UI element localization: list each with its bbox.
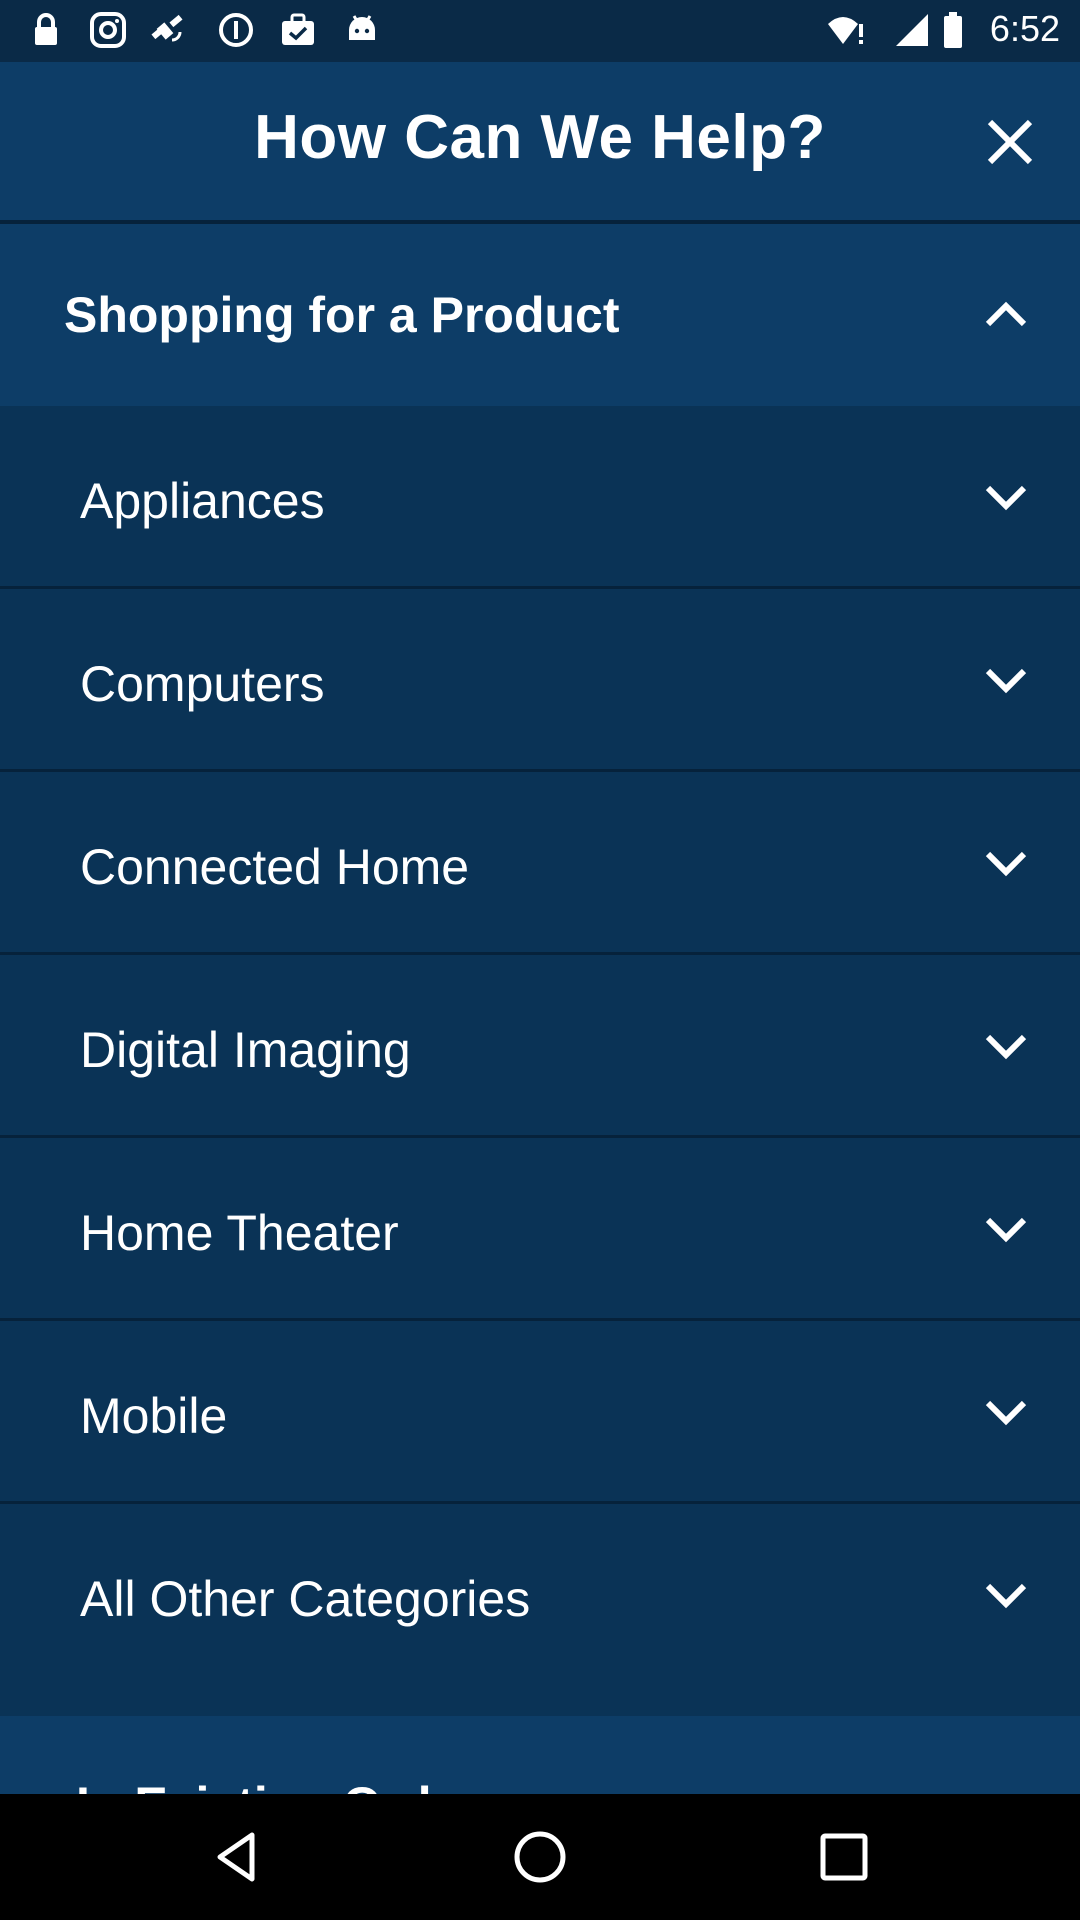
navigation-bar bbox=[0, 1794, 1080, 1920]
fake-gps-icon bbox=[151, 14, 183, 42]
list-item-label: Appliances bbox=[80, 473, 325, 529]
list-item-label: Computers bbox=[80, 656, 325, 712]
signal-icon bbox=[896, 14, 928, 46]
list-item-digital-imaging[interactable]: Digital Imaging bbox=[0, 955, 1080, 1138]
list-item-label: Connected Home bbox=[80, 839, 470, 895]
list-item-label: Digital Imaging bbox=[80, 1022, 411, 1078]
list-item-home-theater[interactable]: Home Theater bbox=[0, 1138, 1080, 1321]
chevron-down-icon bbox=[985, 1400, 1027, 1426]
chevron-down-icon bbox=[985, 668, 1027, 694]
close-icon[interactable] bbox=[980, 112, 1040, 172]
chevron-down-icon bbox=[985, 1583, 1027, 1609]
list-item-all-other-categories[interactable]: All Other Categories bbox=[0, 1504, 1080, 1687]
list-item-computers[interactable]: Computers bbox=[0, 589, 1080, 772]
list-item-label: Home Theater bbox=[80, 1205, 399, 1261]
instagram-icon bbox=[90, 12, 126, 48]
briefcase-check-icon bbox=[282, 13, 314, 45]
battery-icon bbox=[944, 12, 962, 48]
chevron-down-icon bbox=[985, 485, 1027, 511]
section-title: Shopping for a Product bbox=[64, 287, 620, 343]
header: How Can We Help? bbox=[0, 62, 1080, 220]
page-title: How Can We Help? bbox=[254, 103, 826, 172]
info-icon bbox=[219, 13, 253, 47]
section-shopping-for-a-product[interactable]: Shopping for a Product bbox=[0, 224, 1080, 406]
chevron-down-icon bbox=[985, 1034, 1027, 1060]
section-in-existing-order[interactable]: In Existing Order bbox=[0, 1716, 1080, 1794]
chevron-up-icon bbox=[985, 301, 1027, 327]
list-item-appliances[interactable]: Appliances bbox=[0, 406, 1080, 589]
section-title: In Existing Order bbox=[76, 1776, 479, 1794]
recents-icon[interactable] bbox=[814, 1827, 874, 1887]
chevron-down-icon bbox=[985, 1217, 1027, 1243]
chevron-down-icon bbox=[985, 851, 1027, 877]
android-icon bbox=[349, 15, 375, 40]
wifi-alert-icon bbox=[828, 17, 863, 44]
list-item-label: Mobile bbox=[80, 1388, 228, 1444]
status-bar: 6:52 bbox=[0, 0, 1080, 62]
status-time: 6:52 bbox=[989, 8, 1060, 49]
list-item-connected-home[interactable]: Connected Home bbox=[0, 772, 1080, 955]
lock-icon bbox=[35, 13, 57, 45]
list-item-label: All Other Categories bbox=[80, 1571, 531, 1627]
list-item-mobile[interactable]: Mobile bbox=[0, 1321, 1080, 1504]
back-icon[interactable] bbox=[208, 1827, 268, 1887]
category-list: Appliances Computers Connected Home Digi… bbox=[0, 406, 1080, 1687]
home-icon[interactable] bbox=[510, 1827, 570, 1887]
